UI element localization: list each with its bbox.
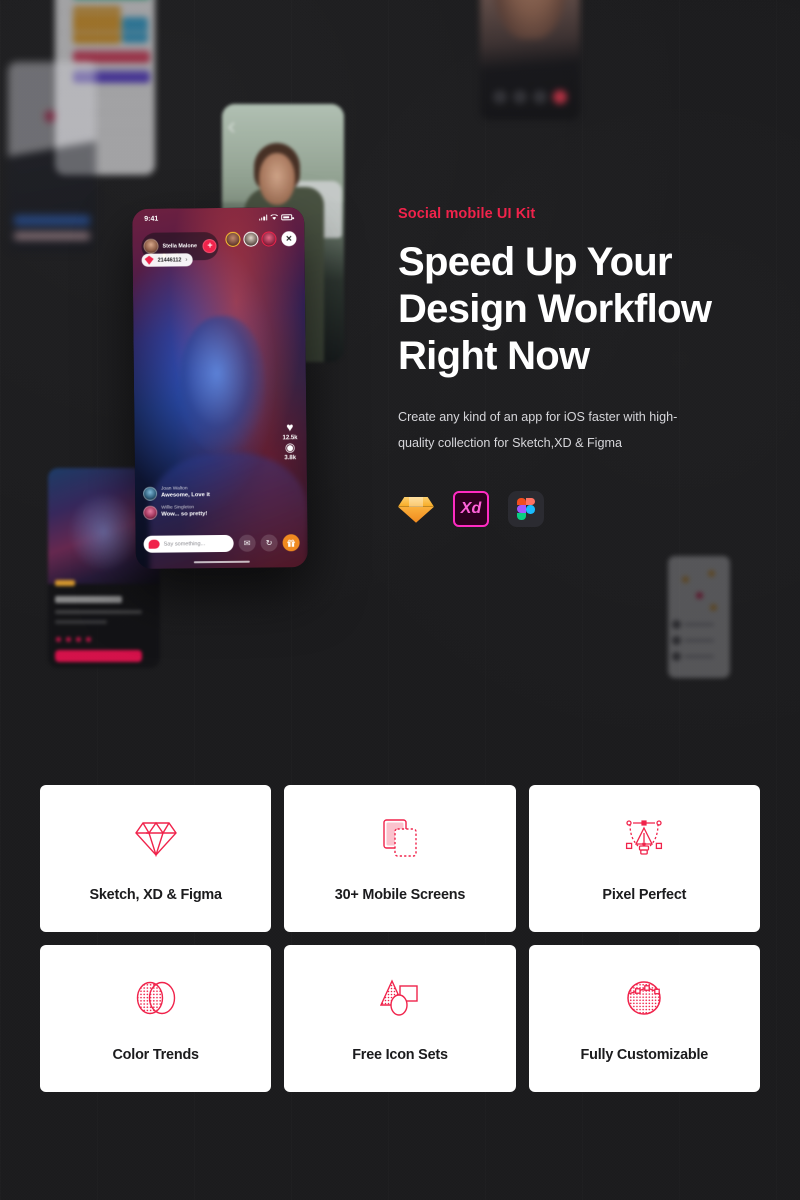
hero-copy-block: Social mobile UI Kit Speed Up Your Desig… xyxy=(398,206,790,527)
heart-icon: ♥ xyxy=(286,420,294,435)
status-time: 9:41 xyxy=(144,215,159,223)
gem-icon xyxy=(145,256,154,265)
likes-stat[interactable]: ♥ 12.5k xyxy=(282,420,297,441)
feature-card-color-trends[interactable]: Color Trends xyxy=(40,945,272,1092)
views-value: 3.8k xyxy=(284,455,297,462)
mockup-profile-dark-screen xyxy=(8,62,96,252)
sketch-logo-icon xyxy=(398,491,434,527)
hero-phone-mockup: 9:41 Stella Malone 1263 + 21446112 › xyxy=(132,207,308,569)
viewer-avatar-1[interactable] xyxy=(225,231,241,247)
mail-button[interactable]: ✉ xyxy=(238,534,256,552)
gift-button[interactable] xyxy=(282,534,300,552)
feature-card-fully-customizable[interactable]: Fully Customizable xyxy=(528,945,760,1092)
color-circles-icon xyxy=(132,975,180,1021)
viewer-avatar-2[interactable] xyxy=(243,231,259,247)
feature-label: Pixel Perfect xyxy=(602,886,687,903)
mockup-video-call-screen xyxy=(480,0,580,120)
figma-logo-icon xyxy=(508,490,544,527)
avatar xyxy=(143,238,159,255)
feature-card-mobile-screens[interactable]: 30+ Mobile Screens xyxy=(284,785,516,932)
comment-message: Awesome, Love it xyxy=(161,492,211,499)
feature-card-free-icon-sets[interactable]: Free Icon Sets xyxy=(284,945,516,1092)
feature-label: 30+ Mobile Screens xyxy=(334,886,466,903)
gift-icon xyxy=(287,539,295,547)
viewer-avatar-3[interactable] xyxy=(261,231,277,247)
list-item: Willie Singleton Wow... so pretty! xyxy=(143,505,210,520)
follow-button[interactable]: + xyxy=(202,238,218,253)
feature-label: Sketch, XD & Figma xyxy=(89,886,222,903)
gem-value: 21446112 xyxy=(157,256,182,264)
battery-icon xyxy=(281,214,293,221)
shapes-icon xyxy=(376,975,424,1021)
eye-icon: ◉ xyxy=(284,440,296,455)
feature-card-pixel-perfect[interactable]: Pixel Perfect xyxy=(528,785,760,932)
chat-bubble-icon xyxy=(148,539,160,549)
call-action-buttons xyxy=(480,90,580,104)
streamer-name: Stella Malone xyxy=(162,243,197,250)
eyebrow-label: Social mobile UI Kit xyxy=(398,206,536,222)
engagement-stats: ♥ 12.5k ◉ 3.8k xyxy=(282,420,298,462)
share-button[interactable]: ↻ xyxy=(260,534,278,552)
signal-icon xyxy=(259,214,268,221)
comment-input-placeholder: Say something... xyxy=(163,540,206,548)
adobe-xd-logo-icon: Xd xyxy=(453,490,489,527)
comment-message: Wow... so pretty! xyxy=(161,511,208,518)
mockup-light-list-screen xyxy=(668,556,730,678)
hero-description: Create any kind of an app for iOS faster… xyxy=(398,410,678,450)
comment-input[interactable]: Say something... xyxy=(143,534,234,553)
views-stat: ◉ 3.8k xyxy=(283,440,298,462)
feature-label: Fully Customizable xyxy=(580,1046,709,1063)
chevron-right-icon: › xyxy=(185,256,188,263)
viewer-avatars[interactable]: ✕ xyxy=(225,231,297,247)
screens-icon xyxy=(376,815,424,861)
gem-count-badge[interactable]: 21446112 › xyxy=(141,253,193,267)
avatar xyxy=(143,505,158,520)
diamond-icon xyxy=(132,815,180,861)
feature-card-grid: Sketch, XD & Figma 30+ Mobile Screens Pi… xyxy=(40,785,760,1092)
feature-label: Free Icon Sets xyxy=(352,1046,448,1063)
comment-list: Joan Walton Awesome, Love it Willie Sing… xyxy=(143,486,210,525)
page-title: Speed Up Your Design Workflow Right Now xyxy=(398,240,712,378)
avatar xyxy=(143,486,158,501)
wifi-icon xyxy=(270,214,279,220)
feature-label: Color Trends xyxy=(112,1046,199,1063)
list-item: Joan Walton Awesome, Love it xyxy=(143,486,210,501)
phone-bottom-bar: Say something... ✉ ↻ xyxy=(143,534,300,553)
close-icon[interactable]: ✕ xyxy=(281,231,297,247)
pen-tool-icon xyxy=(620,815,668,861)
tool-logo-row: Xd xyxy=(398,490,790,527)
vector-circle-icon xyxy=(620,975,668,1021)
phone-status-bar: 9:41 xyxy=(132,207,304,229)
feature-card-sketch-xd-figma[interactable]: Sketch, XD & Figma xyxy=(40,785,272,932)
